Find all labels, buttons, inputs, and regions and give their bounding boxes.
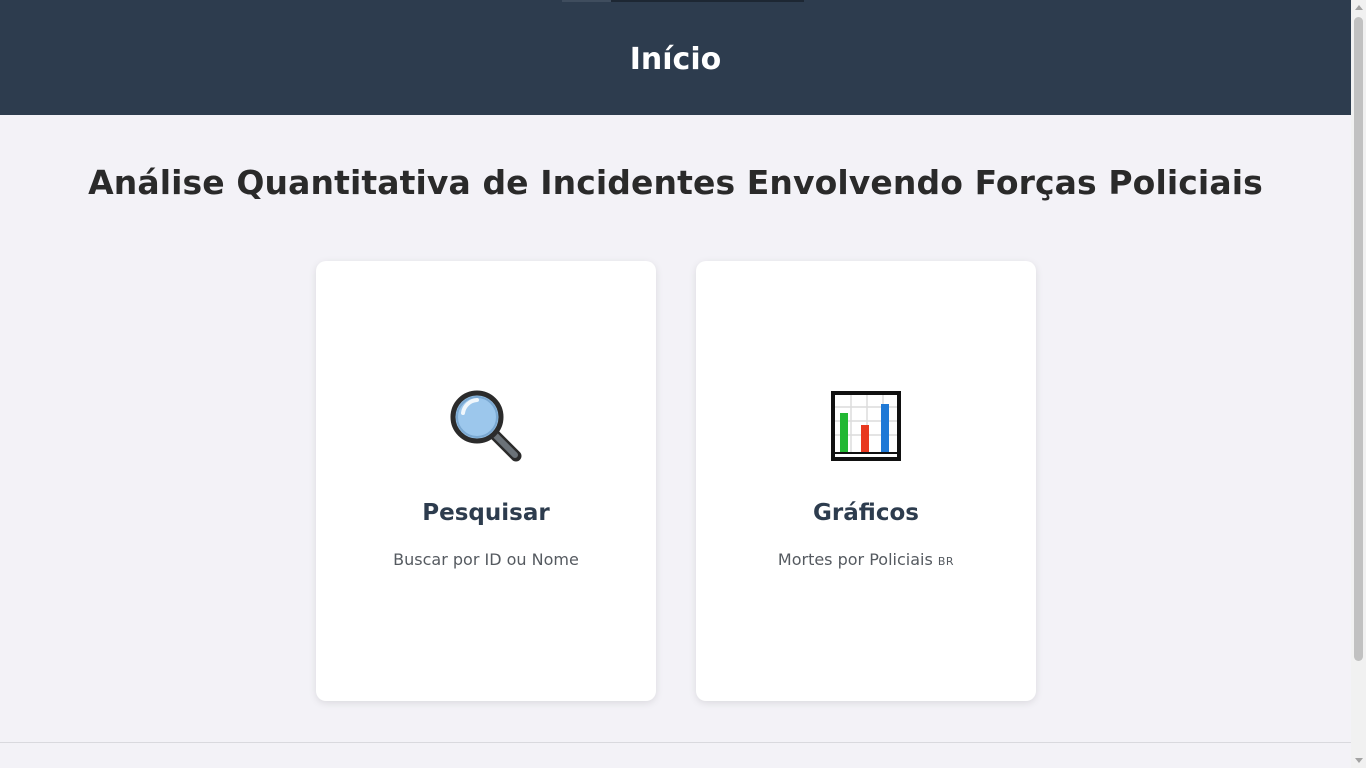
search-card-title: Pesquisar	[422, 500, 550, 526]
brazil-flag-icon: BR	[937, 555, 955, 568]
scrollbar-thumb[interactable]	[1354, 17, 1363, 661]
bar-chart-icon	[828, 388, 904, 464]
header-top-line	[562, 0, 804, 2]
top-header: Início	[0, 0, 1351, 115]
page: Início Análise Quantitativa de Incidente…	[0, 0, 1351, 768]
scroll-up-arrow-icon[interactable]	[1355, 5, 1363, 10]
scroll-down-arrow-icon[interactable]	[1355, 758, 1363, 763]
footer-divider	[0, 742, 1351, 743]
search-card[interactable]: Pesquisar Buscar por ID ou Nome	[316, 261, 656, 701]
charts-card[interactable]: Gráficos Mortes por Policiais BR	[696, 261, 1036, 701]
charts-card-title: Gráficos	[813, 500, 919, 526]
magnifying-glass-icon	[448, 388, 524, 464]
charts-card-subtitle: Mortes por Policiais BR	[778, 550, 954, 569]
vertical-scrollbar[interactable]	[1351, 0, 1366, 768]
header-title: Início	[629, 42, 722, 77]
charts-card-subtitle-text: Mortes por Policiais	[777, 550, 933, 569]
page-title: Análise Quantitativa de Incidentes Envol…	[88, 163, 1263, 202]
search-card-subtitle: Buscar por ID ou Nome	[393, 550, 579, 569]
